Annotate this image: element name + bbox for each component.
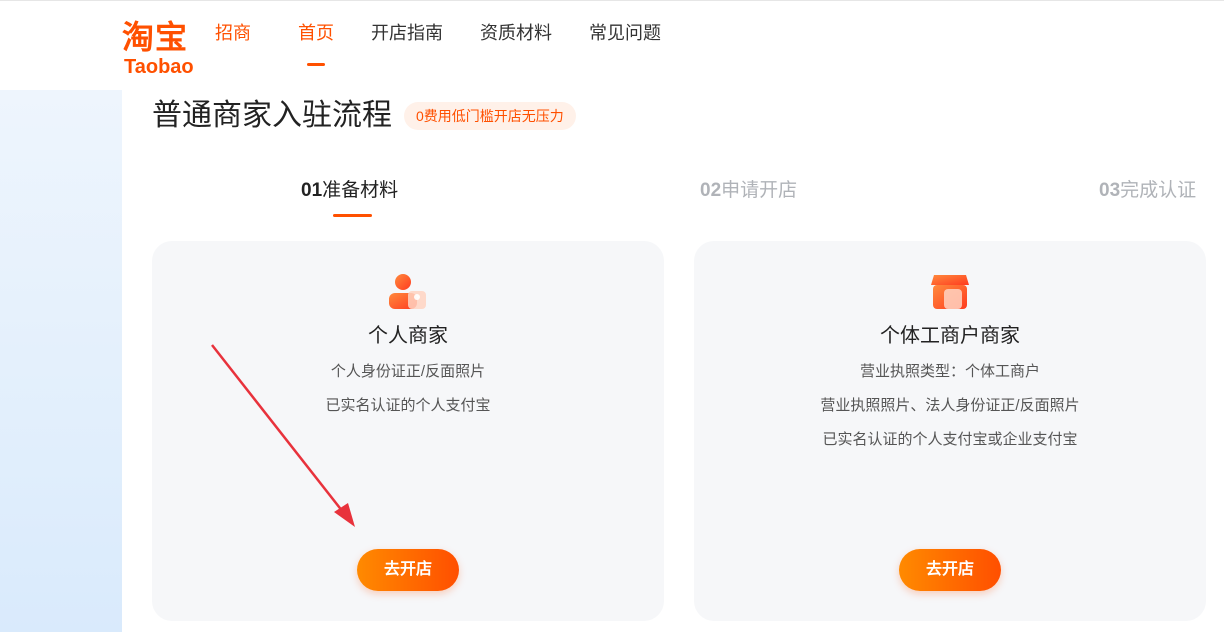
promo-badge: 0费用低门槛开店无压力 bbox=[404, 102, 576, 130]
logo-subtitle: 招商 bbox=[215, 23, 251, 43]
step-label: 申请开店 bbox=[721, 180, 798, 201]
requirement-line: 已实名认证的个人支付宝 bbox=[325, 397, 491, 414]
page-title: 普通商家入驻流程 bbox=[152, 99, 392, 132]
step-apply-shop[interactable]: 02申请开店 bbox=[700, 178, 797, 204]
card-individual-business-merchant: 个体工商户商家 营业执照类型：个体工商户 营业执照照片、法人身份证正/反面照片 … bbox=[694, 241, 1206, 621]
taobao-zhaoshang-logo[interactable]: 淘宝 Taobao 招商 bbox=[122, 19, 262, 79]
step-number: 02 bbox=[700, 180, 722, 201]
step-number: 01 bbox=[301, 180, 323, 201]
requirement-line: 营业执照类型：个体工商户 bbox=[859, 363, 1040, 380]
open-shop-button-business[interactable]: 去开店 bbox=[899, 549, 1001, 591]
requirement-line: 已实名认证的个人支付宝或企业支付宝 bbox=[822, 431, 1078, 448]
step-label: 准备材料 bbox=[322, 180, 399, 201]
card-title: 个人商家 bbox=[368, 325, 448, 347]
top-header: 淘宝 Taobao 招商 首页 开店指南 资质材料 常见问题 bbox=[0, 0, 1224, 91]
step-label: 完成认证 bbox=[1120, 180, 1197, 201]
card-requirements: 个人身份证正/反面照片 已实名认证的个人支付宝 bbox=[152, 355, 664, 423]
nav-item-materials[interactable]: 资质材料 bbox=[480, 21, 552, 45]
process-steps: 01准备材料 02申请开店 03完成认证 bbox=[0, 178, 1224, 218]
active-step-indicator bbox=[333, 214, 372, 217]
person-icon bbox=[389, 274, 426, 309]
card-title: 个体工商户商家 bbox=[880, 325, 1020, 347]
requirement-line: 营业执照照片、法人身份证正/反面照片 bbox=[820, 397, 1080, 414]
shop-icon bbox=[931, 275, 969, 309]
nav-item-home[interactable]: 首页 bbox=[298, 21, 334, 66]
main-nav: 首页 开店指南 资质材料 常见问题 bbox=[298, 21, 698, 66]
left-decorative-strip bbox=[0, 90, 122, 632]
nav-item-guide[interactable]: 开店指南 bbox=[371, 21, 443, 45]
step-number: 03 bbox=[1099, 180, 1121, 201]
card-requirements: 营业执照类型：个体工商户 营业执照照片、法人身份证正/反面照片 已实名认证的个人… bbox=[694, 355, 1206, 457]
open-shop-button-individual[interactable]: 去开店 bbox=[357, 549, 459, 591]
step-complete-verification[interactable]: 03完成认证 bbox=[1099, 178, 1196, 204]
logo-chinese: 淘宝 bbox=[122, 19, 189, 55]
requirement-line: 个人身份证正/反面照片 bbox=[330, 363, 486, 380]
logo-english: Taobao bbox=[124, 56, 194, 78]
step-prepare-materials[interactable]: 01准备材料 bbox=[301, 178, 398, 204]
card-individual-merchant: 个人商家 个人身份证正/反面照片 已实名认证的个人支付宝 去开店 bbox=[152, 241, 664, 621]
nav-item-faq[interactable]: 常见问题 bbox=[589, 21, 661, 45]
